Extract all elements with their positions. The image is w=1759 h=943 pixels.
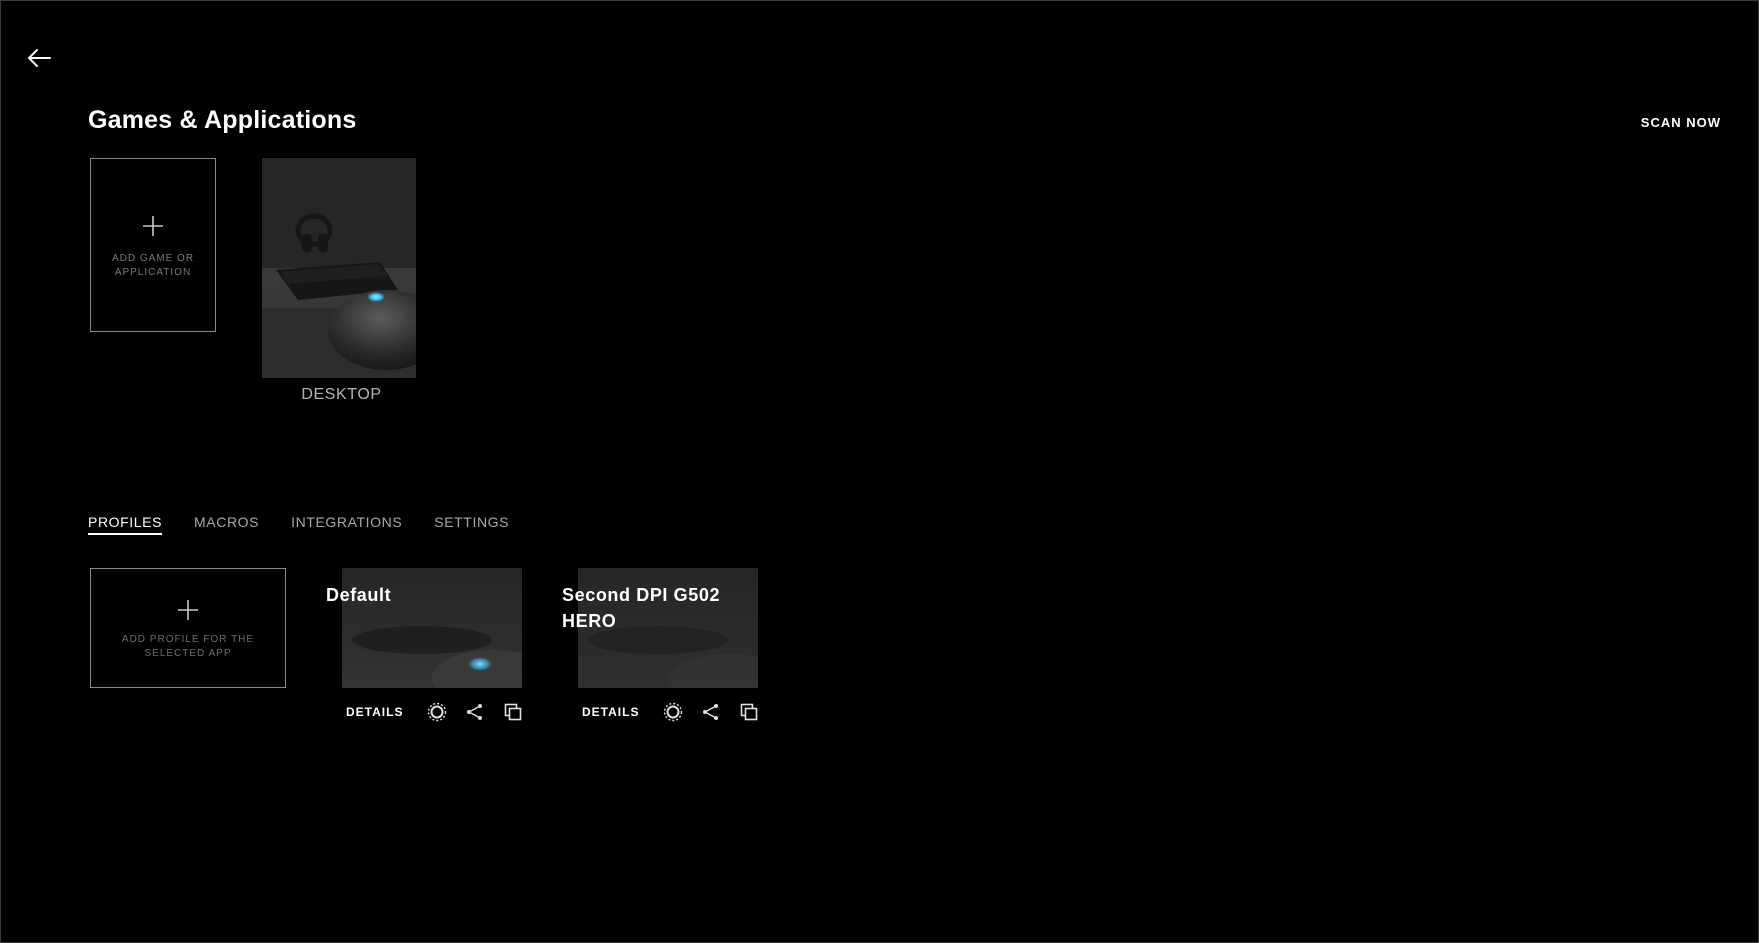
tab-profiles[interactable]: PROFILES	[88, 514, 163, 535]
details-button[interactable]: DETAILS	[346, 705, 403, 719]
add-profile-button[interactable]: ADD PROFILE FOR THE SELECTED APP	[90, 568, 286, 688]
copy-icon[interactable]	[739, 702, 759, 722]
page-title: Games & Applications	[88, 106, 357, 134]
active-profile-icon[interactable]	[663, 702, 683, 722]
copy-icon[interactable]	[503, 702, 523, 722]
plus-icon	[143, 216, 163, 236]
scan-now-button[interactable]: SCAN NOW	[1641, 115, 1721, 130]
profile-card-second-dpi[interactable]: Second DPI G502 HERO	[562, 568, 758, 688]
profile-name: Second DPI G502 HERO	[562, 585, 721, 631]
share-icon[interactable]	[701, 702, 721, 722]
section-tabs: PROFILES MACROS INTEGRATIONS SETTINGS	[88, 514, 541, 535]
details-button[interactable]: DETAILS	[582, 705, 639, 719]
tab-integrations[interactable]: INTEGRATIONS	[291, 514, 402, 535]
desktop-mouse-keyboard-photo	[262, 158, 416, 378]
add-game-label: ADD GAME OR APPLICATION	[111, 253, 195, 278]
back-button[interactable]	[26, 46, 52, 70]
profile-actions-second-dpi: DETAILS	[582, 700, 777, 724]
tab-macros[interactable]: MACROS	[194, 514, 259, 535]
profile-name: Default	[326, 585, 392, 605]
app-name-desktop: DESKTOP	[301, 386, 382, 403]
add-game-button[interactable]: ADD GAME OR APPLICATION	[90, 158, 216, 332]
arrow-left-icon	[28, 49, 51, 67]
profile-card-default[interactable]: Default	[326, 568, 522, 688]
profile-actions-default: DETAILS	[346, 700, 541, 724]
active-profile-icon[interactable]	[427, 702, 447, 722]
share-icon[interactable]	[465, 702, 485, 722]
plus-icon	[178, 600, 198, 620]
add-profile-label: ADD PROFILE FOR THE SELECTED APP	[121, 634, 255, 659]
tab-settings[interactable]: SETTINGS	[434, 514, 509, 535]
app-card-desktop[interactable]	[262, 158, 416, 378]
app-window	[0, 0, 1759, 943]
